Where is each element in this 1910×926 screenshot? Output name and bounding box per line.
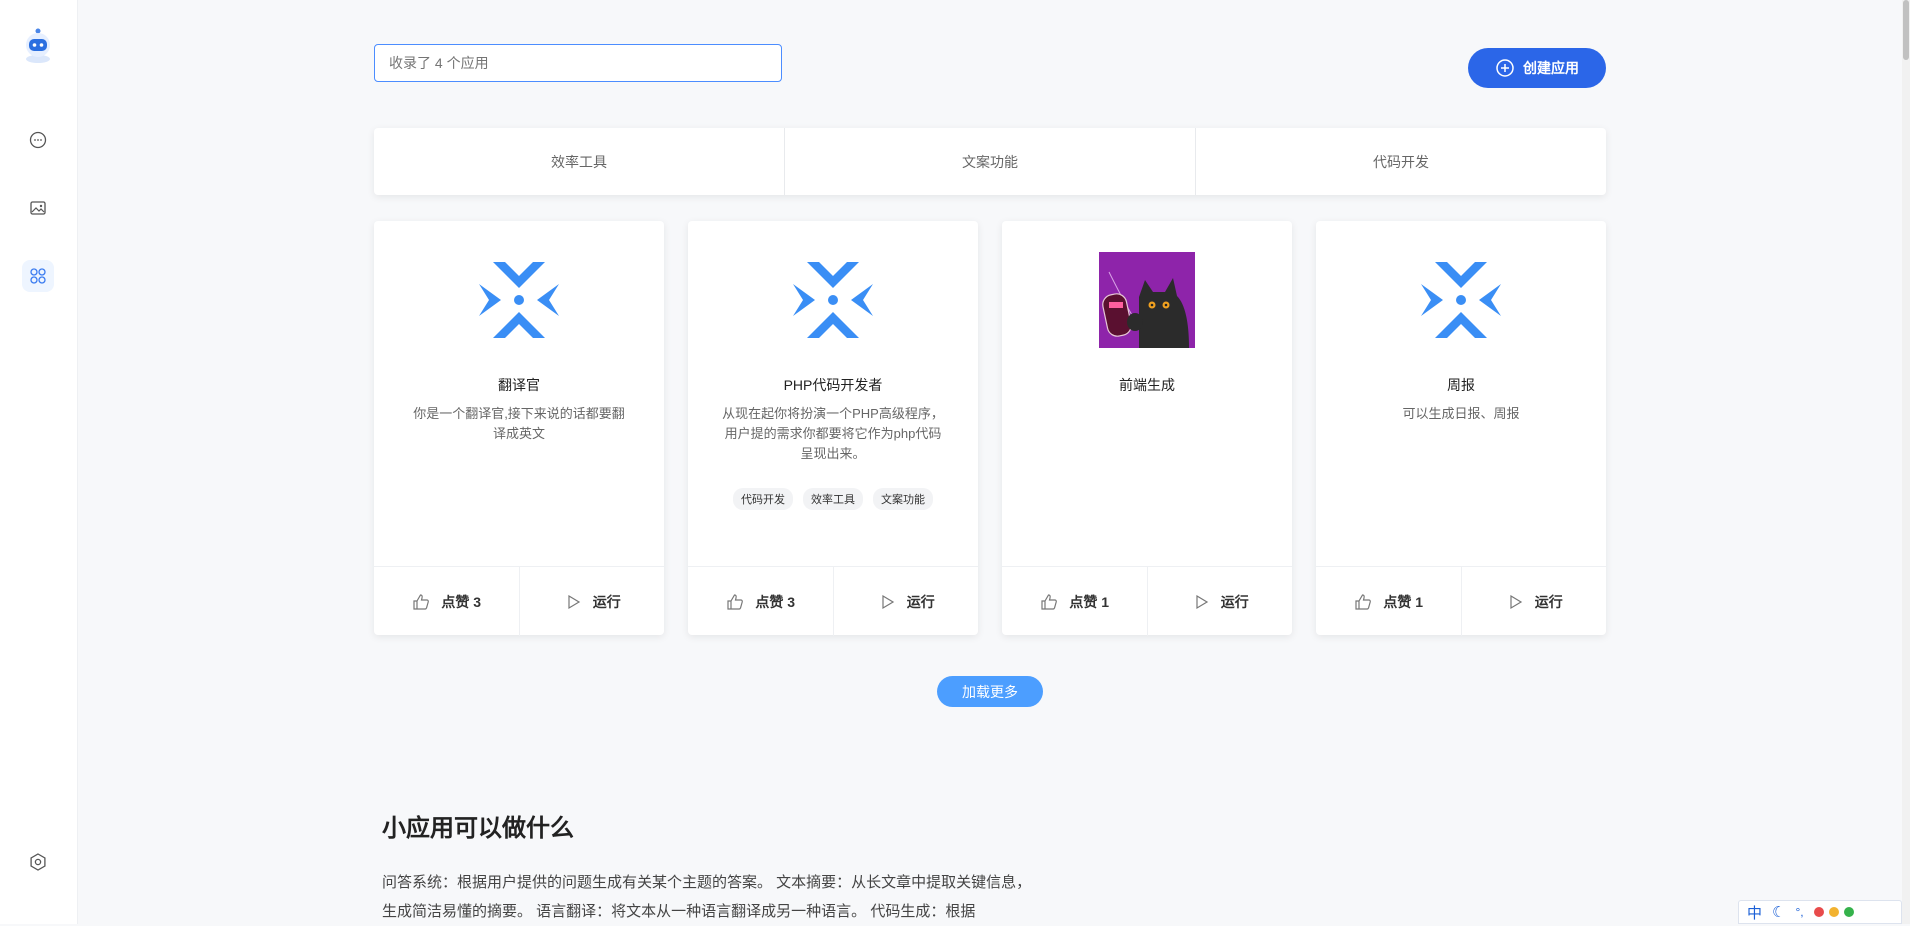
ime-toolbar: 中 ☾ °, <box>1738 900 1902 924</box>
play-icon <box>882 594 894 609</box>
tag[interactable]: 代码开发 <box>733 488 793 510</box>
run-label: 运行 <box>1534 593 1563 610</box>
app-card[interactable]: 翻译官 你是一个翻译官,接下来说的话都要翻译成英文 点赞 3 运行 <box>374 221 664 636</box>
create-app-button[interactable]: 创建应用 <box>1468 48 1606 88</box>
plus-circle-icon <box>1496 59 1514 77</box>
app-card-footer: 点赞 1 运行 <box>1002 566 1292 636</box>
like-button[interactable]: 点赞 1 <box>1002 567 1147 636</box>
category-tab-efficiency[interactable]: 效率工具 <box>374 128 784 195</box>
play-icon <box>1510 594 1522 609</box>
x-star-logo-icon <box>1413 252 1509 348</box>
chat-icon[interactable] <box>22 124 54 156</box>
run-button[interactable]: 运行 <box>832 567 979 636</box>
app-card[interactable]: 周报 可以生成日报、周报 点赞 1 运行 <box>1316 221 1606 636</box>
play-icon <box>1196 594 1208 609</box>
like-button[interactable]: 点赞 3 <box>374 567 519 636</box>
thumbs-up-icon <box>413 593 430 610</box>
ime-language-toggle[interactable]: 中 <box>1747 902 1762 923</box>
x-star-logo-icon <box>471 252 567 348</box>
play-icon <box>568 594 580 609</box>
run-label: 运行 <box>906 593 935 610</box>
like-button[interactable]: 点赞 3 <box>688 567 833 636</box>
like-count: 点赞 1 <box>1069 593 1110 610</box>
yellow-dot-icon <box>1828 907 1839 917</box>
load-more-button[interactable]: 加载更多 <box>937 676 1043 707</box>
category-tab-copywriting[interactable]: 文案功能 <box>784 128 1195 195</box>
like-count: 点赞 3 <box>441 593 482 610</box>
scrollbar[interactable] <box>1902 0 1910 924</box>
like-count: 点赞 3 <box>755 593 796 610</box>
scrollbar-thumb[interactable] <box>1903 0 1909 60</box>
search-input[interactable] <box>374 44 782 82</box>
like-button[interactable]: 点赞 1 <box>1316 567 1461 636</box>
category-tab-code[interactable]: 代码开发 <box>1195 128 1606 195</box>
thumbs-up-icon <box>727 593 744 610</box>
red-dot-icon <box>1813 907 1824 917</box>
tag[interactable]: 文案功能 <box>873 488 933 510</box>
app-card-footer: 点赞 1 运行 <box>1316 566 1606 636</box>
app-card-description: 从现在起你将扮演一个PHP高级程序，用户提的需求你都要将它作为php代码呈现出来… <box>722 406 944 461</box>
run-label: 运行 <box>1220 593 1249 610</box>
run-button[interactable]: 运行 <box>518 567 665 636</box>
green-dot-icon <box>1843 907 1854 917</box>
robot-logo-icon[interactable] <box>20 25 56 65</box>
section-title: 小应用可以做什么 <box>382 815 574 842</box>
app-card-name: PHP代码开发者 <box>783 377 883 393</box>
thumbs-up-icon <box>1041 593 1058 610</box>
app-card-footer: 点赞 3 运行 <box>374 566 664 636</box>
app-card-name: 翻译官 <box>498 377 540 393</box>
settings-icon[interactable] <box>22 846 54 878</box>
category-bar: 效率工具 文案功能 代码开发 <box>374 128 1606 195</box>
ime-punctuation[interactable]: °, <box>1795 905 1803 919</box>
app-card[interactable]: PHP代码开发者 从现在起你将扮演一个PHP高级程序，用户提的需求你都要将它作为… <box>688 221 978 636</box>
tag[interactable]: 效率工具 <box>803 488 863 510</box>
like-count: 点赞 1 <box>1383 593 1424 610</box>
create-app-label: 创建应用 <box>1523 60 1579 76</box>
run-button[interactable]: 运行 <box>1460 567 1607 636</box>
section-text: 问答系统：根据用户提供的问题生成有关某个主题的答案。 文本摘要：从长文章中提取关… <box>382 874 1032 920</box>
sidebar <box>0 0 78 924</box>
run-label: 运行 <box>592 593 621 610</box>
x-star-logo-icon <box>785 252 881 348</box>
black-cat-image <box>1099 252 1195 348</box>
app-card-footer: 点赞 3 运行 <box>688 566 978 636</box>
app-card-name: 前端生成 <box>1119 377 1175 393</box>
app-card-list: 翻译官 你是一个翻译官,接下来说的话都要翻译成英文 点赞 3 运行 PHP代码开… <box>374 221 1606 636</box>
app-card[interactable]: 前端生成 点赞 1 运行 <box>1002 221 1292 636</box>
app-card-name: 周报 <box>1447 377 1475 393</box>
moon-icon[interactable]: ☾ <box>1772 903 1785 921</box>
run-button[interactable]: 运行 <box>1146 567 1293 636</box>
window-dots <box>1813 907 1854 917</box>
app-card-description: 可以生成日报、周报 <box>1402 406 1520 421</box>
app-card-tags: 代码开发 效率工具 文案功能 <box>688 488 978 510</box>
apps-icon[interactable] <box>22 260 54 292</box>
thumbs-up-icon <box>1355 593 1372 610</box>
app-card-description: 你是一个翻译官,接下来说的话都要翻译成英文 <box>413 406 625 441</box>
image-icon[interactable] <box>22 192 54 224</box>
